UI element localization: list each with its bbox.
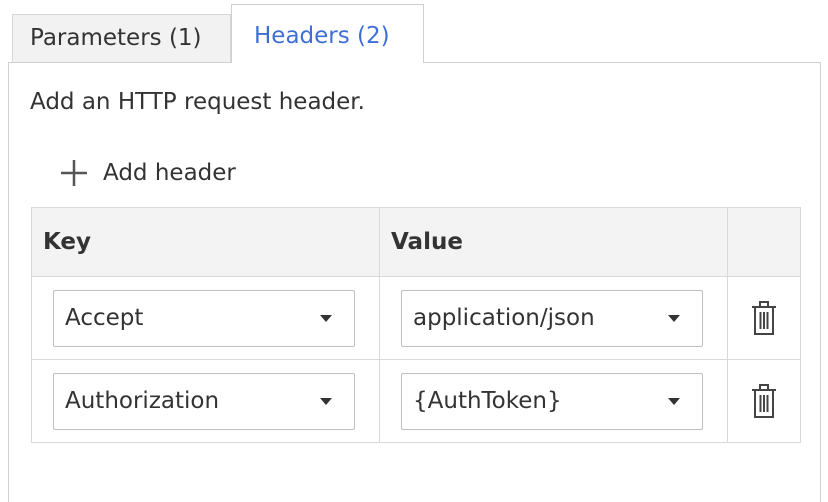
chevron-down-icon bbox=[320, 397, 332, 405]
headers-table: Key Value Accept application/json Author… bbox=[31, 207, 801, 443]
chevron-down-icon bbox=[668, 314, 680, 322]
table-header-row: Key Value bbox=[31, 207, 801, 277]
chevron-down-icon bbox=[320, 314, 332, 322]
tab-bar: Parameters (1) Headers (2) bbox=[0, 0, 828, 63]
column-header-value: Value bbox=[379, 207, 728, 277]
column-header-actions bbox=[727, 207, 801, 277]
delete-row-button[interactable] bbox=[728, 277, 800, 359]
table-row: Accept application/json bbox=[31, 276, 801, 360]
value-text: application/json bbox=[413, 305, 595, 331]
trash-icon bbox=[752, 384, 776, 418]
chevron-down-icon bbox=[668, 397, 680, 405]
key-cell: Authorization bbox=[31, 359, 380, 443]
value-text: {AuthToken} bbox=[413, 388, 562, 414]
value-dropdown[interactable]: application/json bbox=[401, 289, 703, 347]
key-dropdown[interactable]: Accept bbox=[53, 289, 355, 347]
trash-icon bbox=[752, 301, 776, 335]
plus-icon bbox=[61, 160, 87, 186]
value-dropdown[interactable]: {AuthToken} bbox=[401, 372, 703, 430]
actions-cell bbox=[727, 359, 801, 443]
value-cell: application/json bbox=[379, 276, 728, 360]
column-header-key: Key bbox=[31, 207, 380, 277]
add-header-button[interactable]: Add header bbox=[59, 153, 236, 193]
panel-description: Add an HTTP request header. bbox=[30, 89, 365, 115]
headers-panel: Add an HTTP request header. Add header K… bbox=[8, 62, 821, 502]
tab-headers[interactable]: Headers (2) bbox=[231, 4, 424, 63]
actions-cell bbox=[727, 276, 801, 360]
delete-row-button[interactable] bbox=[728, 360, 800, 442]
tab-parameters[interactable]: Parameters (1) bbox=[12, 14, 231, 62]
key-value: Accept bbox=[65, 305, 144, 331]
table-row: Authorization {AuthToken} bbox=[31, 359, 801, 443]
key-dropdown[interactable]: Authorization bbox=[53, 372, 355, 430]
value-cell: {AuthToken} bbox=[379, 359, 728, 443]
key-value: Authorization bbox=[65, 388, 220, 414]
key-cell: Accept bbox=[31, 276, 380, 360]
add-header-label: Add header bbox=[103, 160, 236, 186]
